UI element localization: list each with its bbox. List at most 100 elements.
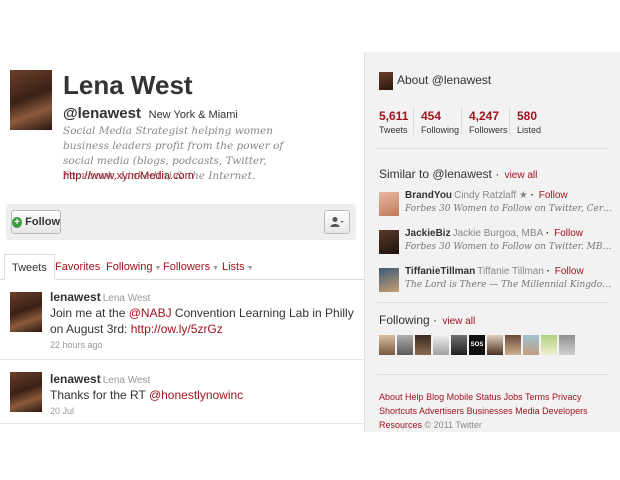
action-bar: + Follow xyxy=(6,204,356,240)
similar-view-all-link[interactable]: view all xyxy=(505,170,538,181)
footer-link[interactable]: Developers xyxy=(542,406,588,416)
similar-bio: Forbes 30 Women to Follow on Twitter, Ce… xyxy=(405,204,615,214)
divider xyxy=(461,107,462,135)
tweet-timestamp[interactable]: 22 hours ago xyxy=(50,340,103,350)
following-avatar[interactable] xyxy=(523,335,539,355)
following-avatar[interactable] xyxy=(505,335,521,355)
stat-tweets[interactable]: 5,611 Tweets xyxy=(379,109,408,135)
profile-handle: @lenawest xyxy=(63,105,141,122)
following-avatar[interactable] xyxy=(541,335,557,355)
tweet-url-link[interactable]: http://ow.ly/5zrGz xyxy=(131,322,223,336)
following-avatar[interactable] xyxy=(415,335,431,355)
footer-link[interactable]: Privacy xyxy=(552,392,582,402)
tab-followers[interactable]: Followers ▼ xyxy=(163,254,219,280)
profile-url[interactable]: http://www.xynoMedia.com xyxy=(63,170,194,182)
footer-link[interactable]: About xyxy=(379,392,403,402)
footer-link[interactable]: Businesses xyxy=(467,406,513,416)
caret-down-icon: ▼ xyxy=(154,265,162,272)
following-view-all-link[interactable]: view all xyxy=(442,316,475,327)
tweet-avatar[interactable] xyxy=(10,292,42,332)
following-avatar[interactable] xyxy=(487,335,503,355)
tweet-text-part: Thanks for the RT xyxy=(50,388,149,402)
tweet-text: Thanks for the RT @honestlynowinc xyxy=(50,387,355,403)
stat-number: 4,247 xyxy=(469,109,500,123)
footer-link[interactable]: Terms xyxy=(525,392,550,402)
stat-following[interactable]: 454 Following xyxy=(421,109,459,135)
stat-followers[interactable]: 4,247 Followers xyxy=(469,109,508,135)
tab-label: Following xyxy=(106,261,153,273)
tab-following[interactable]: Following ▼ xyxy=(106,254,161,280)
following-avatar[interactable] xyxy=(433,335,449,355)
similar-title: Similar to @lenawest xyxy=(379,167,492,181)
similar-username: TiffanieTillman xyxy=(405,266,476,277)
follow-label: Follow xyxy=(25,216,60,228)
footer-link[interactable]: Mobile xyxy=(447,392,474,402)
mention-link[interactable]: @NABJ xyxy=(129,306,172,320)
copyright: © 2011 Twitter xyxy=(424,420,482,430)
similar-bio: Forbes 30 Women to Follow on Twitter. MB… xyxy=(405,242,615,252)
stat-listed[interactable]: 580 Listed xyxy=(517,109,541,135)
footer-link[interactable]: Help xyxy=(405,392,424,402)
mention-link[interactable]: @honestlynowinc xyxy=(149,388,243,402)
stat-number: 5,611 xyxy=(379,109,409,123)
similar-follow-link[interactable]: Follow xyxy=(555,266,584,277)
profile-main: Lena West @lenawest New York & Miami Soc… xyxy=(0,52,364,432)
following-avatar[interactable] xyxy=(559,335,575,355)
tweet-timestamp[interactable]: 20 Jul xyxy=(50,406,74,416)
tab-label: Favorites xyxy=(55,261,101,273)
user-menu-button[interactable] xyxy=(324,210,350,234)
stat-label: Listed xyxy=(517,125,542,135)
footer-links: About Help Blog Mobile Status Jobs Terms… xyxy=(379,390,611,432)
similar-user[interactable]: TiffanieTillman Tiffanie Tillman · Follow… xyxy=(379,266,615,296)
divider xyxy=(377,148,609,149)
similar-avatar[interactable] xyxy=(379,230,399,254)
tweet-fullname: Lena West xyxy=(102,293,151,304)
tab-favorites[interactable]: Favorites xyxy=(55,254,100,280)
footer-link[interactable]: Jobs xyxy=(504,392,523,402)
tab-label: Tweets xyxy=(12,262,47,274)
divider xyxy=(509,107,510,135)
similar-bio: The Lord is There — The Millennial Kingd… xyxy=(405,280,615,290)
divider xyxy=(377,374,609,375)
similar-fullname: Cindy Ratzlaff ★ xyxy=(454,190,528,201)
following-avatar[interactable] xyxy=(379,335,395,355)
following-avatar[interactable]: SOS xyxy=(469,335,485,355)
handle-row: @lenawest New York & Miami xyxy=(63,105,238,122)
tweet-item[interactable]: lenawest Lena West Thanks for the RT @hon… xyxy=(0,360,364,424)
tweet-username: lenawest xyxy=(50,372,101,386)
stat-label: Followers xyxy=(469,125,508,135)
caret-down-icon: ▼ xyxy=(212,265,220,272)
similar-fullname: Jackie Burgoa, MBA xyxy=(452,228,544,239)
similar-user[interactable]: BrandYou Cindy Ratzlaff ★ · Follow Forbes… xyxy=(379,190,615,220)
profile-name: Lena West xyxy=(63,70,193,100)
divider xyxy=(413,107,414,135)
tab-tweets[interactable]: Tweets xyxy=(4,254,55,280)
footer-link[interactable]: Shortcuts xyxy=(379,406,417,416)
similar-fullname: Tiffanie Tillman xyxy=(477,266,544,277)
similar-avatar[interactable] xyxy=(379,192,399,216)
stat-number: 580 xyxy=(517,109,538,123)
similar-follow-link[interactable]: Follow xyxy=(539,190,568,201)
similar-user[interactable]: JackieBiz Jackie Burgoa, MBA · Follow For… xyxy=(379,228,615,258)
tab-lists[interactable]: Lists ▼ xyxy=(222,254,254,280)
stat-label: Tweets xyxy=(379,125,408,135)
stat-label: Following xyxy=(421,125,460,135)
dashboard-sidebar: About @lenawest 5,611 Tweets 454 Following… xyxy=(364,52,620,432)
footer-link[interactable]: Blog xyxy=(426,392,444,402)
following-avatar[interactable] xyxy=(451,335,467,355)
following-avatar[interactable] xyxy=(397,335,413,355)
tweet-author[interactable]: lenawest Lena West xyxy=(50,372,150,386)
similar-username: JackieBiz xyxy=(405,228,451,239)
tweet-avatar[interactable] xyxy=(10,372,42,412)
footer-link[interactable]: Resources xyxy=(379,420,422,430)
tweet-author[interactable]: lenawest Lena West xyxy=(50,290,150,304)
footer-link[interactable]: Status xyxy=(476,392,502,402)
footer-link[interactable]: Media xyxy=(515,406,540,416)
profile-avatar[interactable] xyxy=(10,70,52,130)
similar-avatar[interactable] xyxy=(379,268,399,292)
tweet-item[interactable]: lenawest Lena West Join me at the @NABJ C… xyxy=(0,280,364,360)
similar-heading: Similar to @lenawest · view all xyxy=(379,167,538,181)
footer-link[interactable]: Advertisers xyxy=(419,406,464,416)
follow-button[interactable]: + Follow xyxy=(11,210,61,234)
similar-follow-link[interactable]: Follow xyxy=(554,228,583,239)
